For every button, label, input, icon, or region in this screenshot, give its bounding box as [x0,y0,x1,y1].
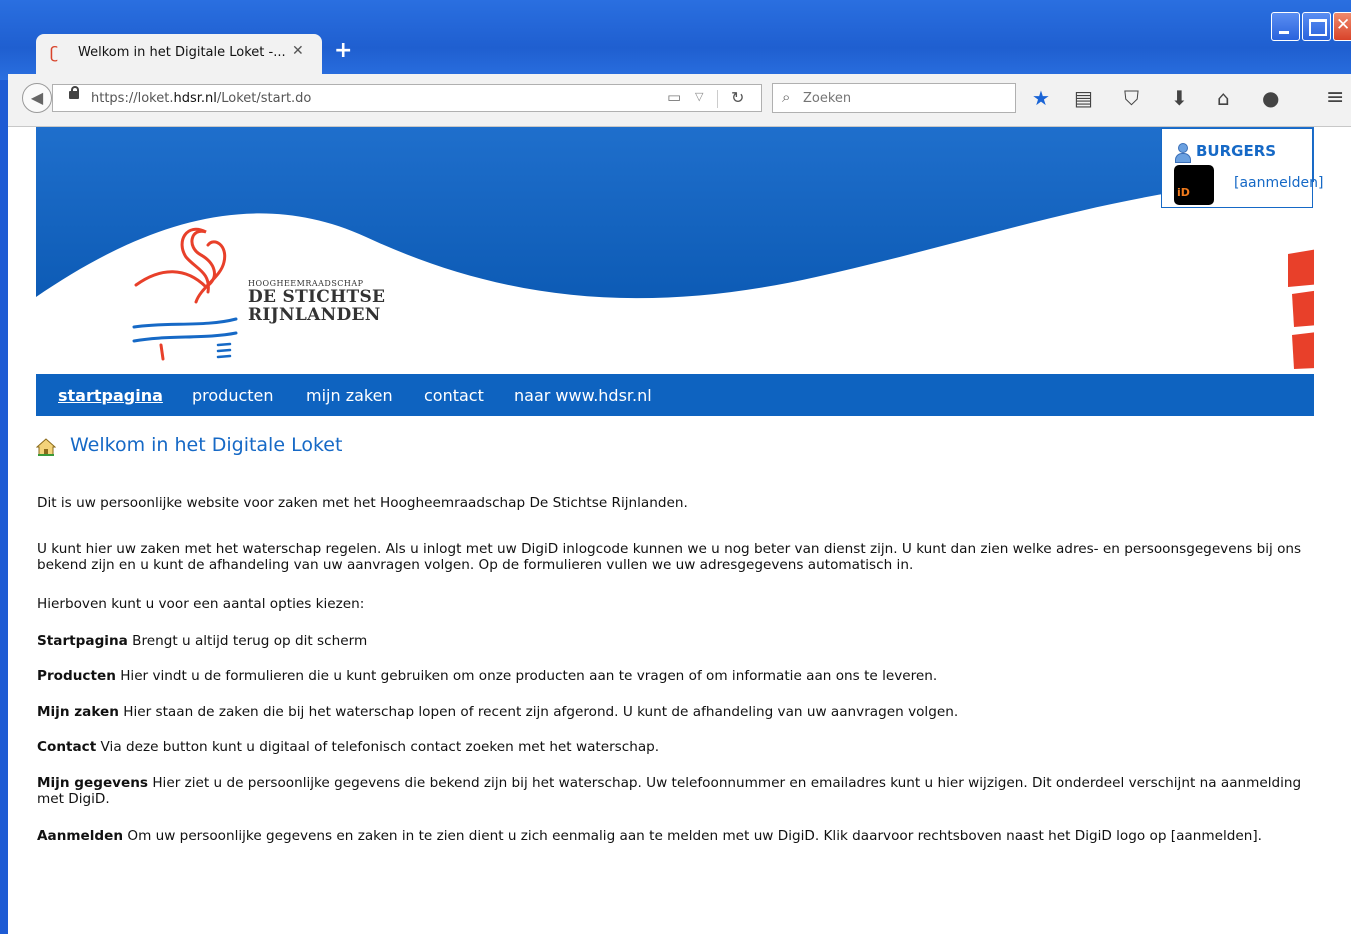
web-page: HOOGHEEMRAADSCHAP DE STICHTSE RIJNLANDEN… [8,127,1351,934]
page-title: Welkom in het Digitale Loket [70,434,343,456]
login-panel: BURGERS Dig iD [aanmelden] [1161,128,1323,220]
user-icon [1174,143,1191,163]
back-arrow-icon[interactable]: ◀ [22,83,52,113]
wave-background [36,127,1314,369]
paragraph-text: U kunt hier uw zaken met het waterschap … [37,541,1302,573]
maximize-icon[interactable] [1302,12,1331,41]
new-tab-icon[interactable]: + [334,40,352,62]
tab-close-icon[interactable]: ✕ [292,43,304,59]
navigation-toolbar: ◀ https://loket.hdsr.nl/Loket/start.do ▭… [8,74,1351,127]
window-close-icon[interactable] [1333,12,1351,41]
site-header-banner: HOOGHEEMRAADSCHAP DE STICHTSE RIJNLANDEN [36,127,1314,374]
main-menu: startpagina producten mijn zaken contact… [36,374,1314,416]
reader-view-icon[interactable]: ▭ [667,88,681,106]
option-mijn-gegevens: Mijn gegevens Hier ziet u de persoonlijk… [37,775,1302,807]
download-icon[interactable]: ⬇ [1171,85,1188,111]
url-text[interactable]: https://loket.hdsr.nl/Loket/start.do [91,91,311,106]
option-startpagina: Startpagina Brengt u altijd terug op dit… [37,633,368,649]
menu-item-hdsr-website[interactable]: naar www.hdsr.nl [514,386,652,405]
hamburger-menu-icon[interactable]: ≡ [1326,85,1344,111]
home-icon[interactable]: ⌂ [1217,85,1230,111]
option-mijn-zaken: Mijn zaken Hier staan de zaken die bij h… [37,704,959,720]
address-bar[interactable]: https://loket.hdsr.nl/Loket/start.do ▭ ▽… [52,84,762,112]
option-contact: Contact Via deze button kunt u digitaal … [37,739,660,755]
menu-item-contact[interactable]: contact [424,386,484,405]
lock-icon [69,86,79,99]
minimize-icon[interactable] [1271,12,1300,41]
bookmark-star-icon[interactable]: ★ [1032,85,1050,111]
window-border [0,80,8,934]
home-icon [36,438,56,456]
intro-text: Dit is uw persoonlijke website voor zake… [37,495,688,511]
swan-logo [132,228,238,361]
url-dropdown-icon[interactable]: ▽ [695,90,703,103]
digid-logo: Dig iD [1174,165,1214,220]
bookmarks-list-icon[interactable]: ▤ [1074,85,1093,111]
menu-item-startpagina[interactable]: startpagina [58,386,163,405]
divider [717,90,718,108]
chat-icon[interactable]: ● [1262,85,1279,111]
menu-item-producten[interactable]: producten [192,386,274,405]
options-intro: Hierboven kunt u voor een aantal opties … [37,596,365,612]
reload-icon[interactable]: ↻ [731,88,744,107]
search-input[interactable] [803,88,1003,108]
pocket-icon[interactable]: ⛉ [1124,85,1139,111]
option-producten: Producten Hier vindt u de formulieren di… [37,668,938,684]
search-icon: ⌕ [782,88,791,106]
burgers-label: BURGERS [1196,142,1277,160]
option-aanmelden: Aanmelden Om uw persoonlijke gegevens en… [37,828,1262,844]
login-link[interactable]: [aanmelden] [1234,175,1323,191]
search-bar[interactable]: ⌕ [772,83,1016,113]
favicon-icon: ʗ [50,43,59,62]
tab-title: Welkom in het Digitale Loket -... [78,45,286,60]
organization-name: HOOGHEEMRAADSCHAP DE STICHTSE RIJNLANDEN [248,279,386,325]
menu-item-mijn-zaken[interactable]: mijn zaken [306,386,393,405]
browser-tab[interactable]: ʗ Welkom in het Digitale Loket -... ✕ [36,34,322,74]
